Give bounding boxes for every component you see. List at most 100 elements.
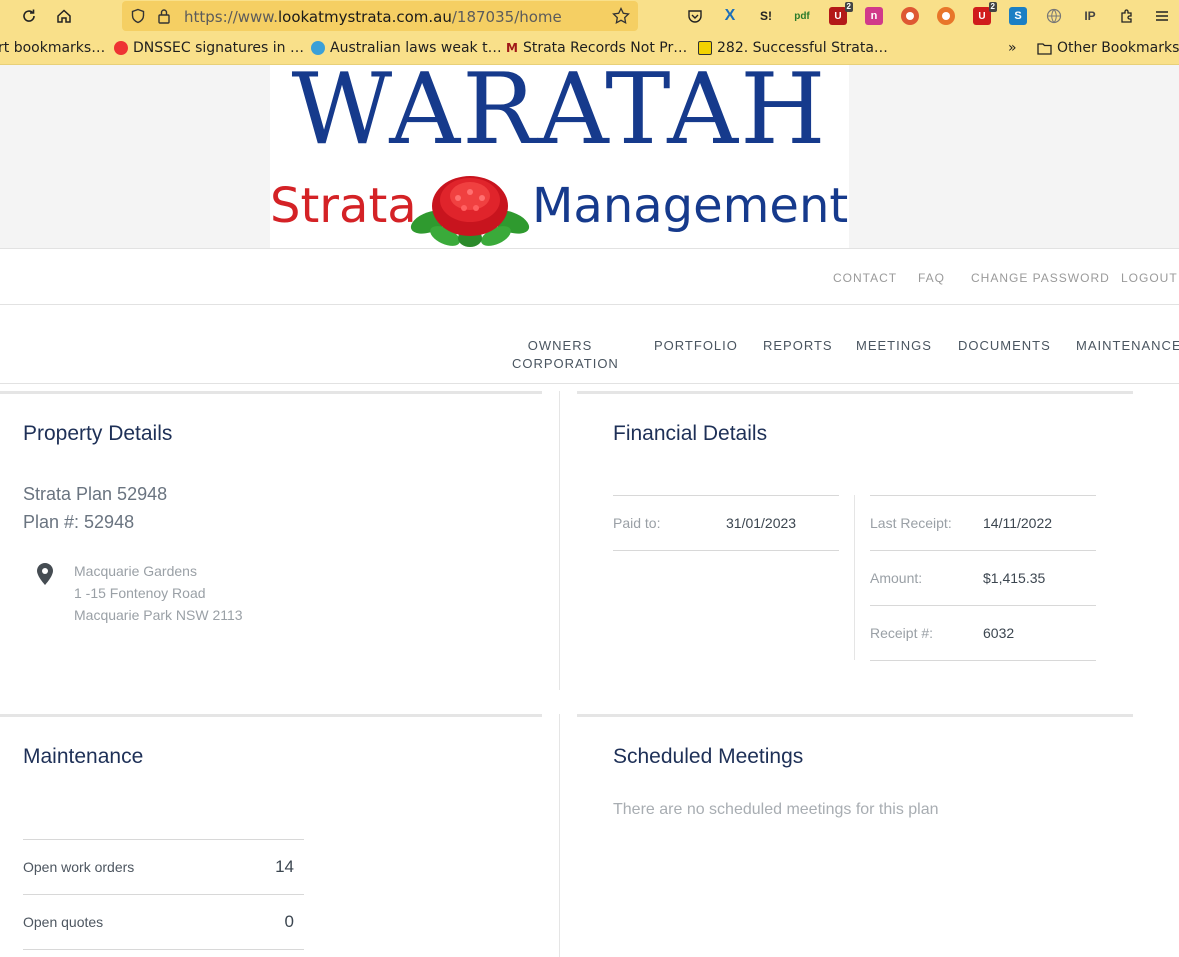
logo-management: Management [532,178,849,234]
duckduckgo-icon[interactable] [901,7,919,25]
ublock-icon[interactable]: U2 [829,2,853,25]
bookmark-item[interactable]: M Strata Records Not Pr… [506,40,687,56]
row-divider [870,660,1096,661]
receipt-number-label: Receipt #: [870,625,934,641]
globe-icon[interactable] [1045,7,1063,25]
s-icon[interactable]: S! [757,7,775,25]
browser-toolbar: https://www.lookatmystrata.com.au/187035… [0,0,1179,33]
url-bar[interactable]: https://www.lookatmystrata.com.au/187035… [122,1,638,31]
nav-reports[interactable]: REPORTS [763,337,833,355]
menu-icon[interactable] [1151,6,1173,26]
lock-icon[interactable] [157,8,171,29]
property-details-heading: Property Details [23,422,173,445]
maintenance-panel-border [0,714,542,717]
nav-owners-line2: CORPORATION [512,356,619,371]
row-divider [870,550,1096,551]
gmail-favicon-icon: M [506,41,518,55]
address-line-3: Macquarie Park NSW 2113 [74,607,243,623]
bookmark-label: Australian laws weak t… [330,40,502,56]
url-path: /187035/home [451,8,562,26]
last-receipt-value: 14/11/2022 [983,515,1053,531]
no-meetings-message: There are no scheduled meetings for this… [613,801,939,818]
bookmarks-overflow-chevron-icon[interactable]: » [1008,40,1017,56]
plan-number: Plan #: 52948 [23,512,135,532]
extension-badge-count: 2 [988,2,997,12]
url-host: lookatmystrata.com.au [277,8,452,26]
open-work-orders-count: 14 [275,857,294,876]
bookmark-star-icon[interactable] [612,6,630,30]
bookmark-label: DNSSEC signatures in … [133,40,305,56]
amount-label: Amount: [870,570,923,586]
paid-to-value: 31/01/2023 [726,515,797,531]
row-divider [613,495,839,496]
row-divider [23,949,304,950]
bookmark-item[interactable]: rt bookmarks… [0,40,105,56]
bookmark-label: rt bookmarks… [0,40,106,56]
bookmark-item[interactable]: Australian laws weak t… [311,40,502,56]
utility-nav: CONTACT FAQ CHANGE PASSWORD LOGOUT [0,249,1179,305]
logo-title: WARATAH [291,65,828,167]
open-quotes-count: 0 [284,912,294,931]
address-line-1: Macquarie Gardens [74,563,197,579]
maintenance-heading: Maintenance [23,745,144,768]
nav-owners-line1: OWNERS [527,338,593,353]
extensions-puzzle-icon[interactable] [1116,6,1138,26]
amount-value: $1,415.35 [983,570,1046,586]
nav-documents[interactable]: DOCUMENTS [958,337,1051,355]
panel-divider [559,714,560,957]
folder-icon [1037,42,1052,55]
meetings-panel-border [577,714,1133,717]
row-divider [870,495,1096,496]
last-receipt-label: Last Receipt: [870,515,952,531]
nav-meetings[interactable]: MEETINGS [856,337,932,355]
change-password-link[interactable]: CHANGE PASSWORD [971,271,1110,285]
bookmarks-bar: rt bookmarks… DNSSEC signatures in … Aus… [0,33,1179,65]
nav-maintenance[interactable]: MAINTENANCE [1076,337,1179,355]
pdf-icon[interactable]: pdf [793,7,811,25]
bookmark-item[interactable]: 282. Successful Strata… [698,40,888,56]
scheduled-meetings-heading: Scheduled Meetings [613,745,804,768]
logo-strata: Strata [270,178,417,234]
row-divider [870,605,1096,606]
faq-link[interactable]: FAQ [918,271,945,285]
s-blue-icon[interactable]: S [1009,7,1027,25]
podcast-favicon-icon [698,41,712,55]
nav-owners-corporation[interactable]: OWNERS CORPORATION [512,337,619,373]
site-header: WARATAH Strata Management [0,65,1179,249]
n-icon[interactable]: n [865,7,883,25]
sbs-favicon-icon [114,41,128,55]
x-icon[interactable]: X [721,7,739,25]
ball-icon[interactable] [937,7,955,25]
bookmark-label: 282. Successful Strata… [717,40,888,56]
open-work-orders-label: Open work orders [23,859,135,875]
open-quotes-label: Open quotes [23,914,104,930]
row-divider [23,839,304,840]
home-icon[interactable] [53,6,75,26]
contact-link[interactable]: CONTACT [833,271,897,285]
property-panel-border [0,391,542,394]
other-bookmarks-label: Other Bookmarks [1057,40,1179,56]
financial-details-heading: Financial Details [613,422,768,445]
logout-link[interactable]: LOGOUT [1121,271,1178,285]
url-text[interactable]: https://www.lookatmystrata.com.au/187035… [184,8,562,26]
waratah-logo[interactable]: WARATAH Strata Management [270,65,849,248]
financial-panel-border [577,391,1133,394]
url-prefix: https://www. [184,8,278,26]
map-marker-icon [37,563,53,590]
main-nav: OWNERS CORPORATION PORTFOLIO REPORTS MEE… [0,305,1179,384]
waratah-flower-icon [410,176,530,247]
other-bookmarks[interactable]: Other Bookmarks [1037,40,1179,56]
bookmark-item[interactable]: DNSSEC signatures in … [114,40,304,56]
paid-to-label: Paid to: [613,515,661,531]
shield-favicon-icon [311,41,325,55]
bookmark-label: Strata Records Not Pr… [522,40,688,56]
nav-portfolio[interactable]: PORTFOLIO [654,337,738,355]
tracking-shield-icon[interactable] [130,8,146,29]
pocket-icon[interactable] [686,7,704,25]
financial-column-divider [854,495,855,660]
reload-icon[interactable] [18,6,40,26]
strata-plan-name: Strata Plan 52948 [23,484,168,504]
ip-icon[interactable]: IP [1081,7,1099,25]
row-divider [23,894,304,895]
shield-ext-icon[interactable]: U2 [973,2,997,25]
